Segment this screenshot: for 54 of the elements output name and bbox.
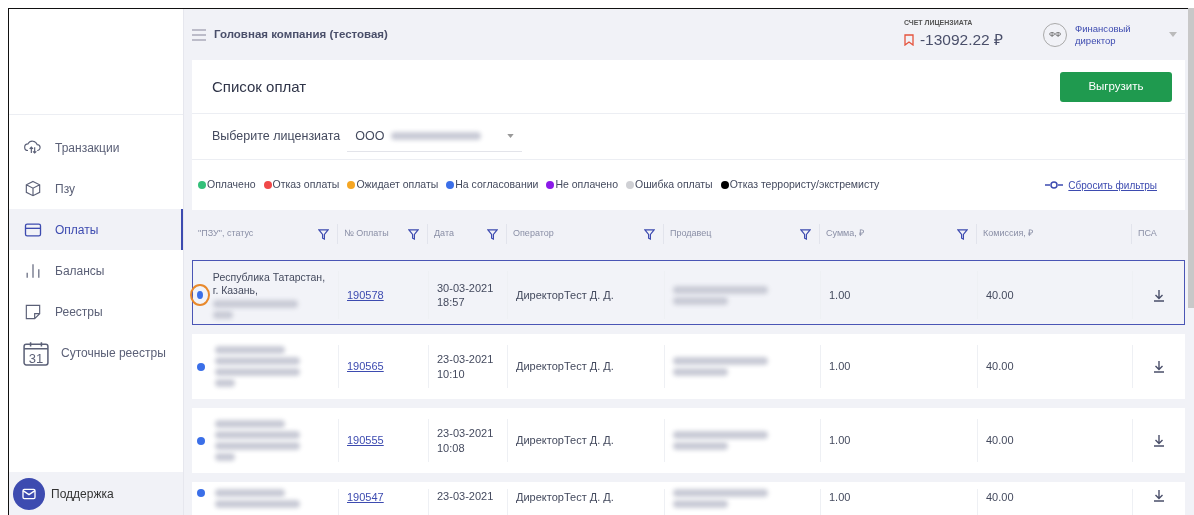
payment-number-link[interactable]: 190578: [347, 286, 384, 304]
sidebar-item[interactable]: Пзу: [9, 168, 183, 209]
payment-number-link[interactable]: 190565: [347, 358, 384, 375]
export-button[interactable]: Выгрузить: [1060, 71, 1172, 102]
sidebar-item[interactable]: Оплаты: [9, 209, 183, 250]
date-time-cell: 23-03-2021: [437, 489, 494, 504]
commission-cell-text: 40.00: [986, 490, 1014, 505]
sidebar-item[interactable]: Балансы: [9, 250, 183, 291]
licensee-label: Выберите лицензиата: [212, 128, 341, 146]
sidebar-item[interactable]: 31 Суточные реестры: [9, 332, 183, 373]
commission-cell-text: 40.00: [986, 287, 1014, 303]
amount-cell-text: 1.00: [829, 359, 851, 375]
commission-cell-text: 40.00: [986, 433, 1014, 449]
column-header: Сумма, ₽: [826, 227, 865, 241]
operator-cell-text: ДиректорТест Д. Д.: [516, 359, 614, 375]
payment-number-link[interactable]: 190555: [347, 432, 384, 449]
operator-cell-text: ДиректорТест Д. Д.: [516, 287, 614, 303]
sidebar-item[interactable]: Транзакции: [9, 127, 183, 168]
legend-item[interactable]: Ожидает оплаты: [347, 177, 439, 193]
date-time-cell: 23-03-2021 10:10: [437, 352, 494, 381]
commission-cell-text: 40.00: [986, 359, 1014, 375]
amount-cell-text: 1.00: [829, 490, 851, 505]
address-text: Республика Татарстан, г. Казань,: [212, 271, 327, 298]
user-name[interactable]: Финансовый директор: [1075, 23, 1145, 46]
page-title: Список оплат: [212, 77, 307, 96]
company-name: Головная компания (тестовая): [214, 26, 388, 42]
payment-number-link[interactable]: 190547: [347, 489, 384, 506]
operator-cell-text: ДиректорТест Д. Д.: [516, 433, 614, 449]
sidebar-item[interactable]: Реестры: [9, 291, 183, 332]
legend-item[interactable]: Отказ террористу/экстремисту: [720, 177, 880, 193]
legend-item[interactable]: Оплачено: [198, 177, 256, 193]
column-header: Продавец: [670, 227, 712, 241]
table-row[interactable]: 190547 23-03-2021 ДиректорТест Д. Д. 1.00 40.00: [192, 482, 1185, 515]
legend-item[interactable]: Ошибка оплаты: [626, 177, 713, 193]
amount-cell-text: 1.00: [829, 433, 851, 449]
column-header: Дата: [434, 227, 454, 241]
date-time-cell: 30-03-2021 18:57: [437, 280, 494, 310]
amount-cell-text: 1.00: [829, 287, 851, 303]
column-header: ПСА: [1138, 227, 1157, 241]
legend-item[interactable]: Отказ оплаты: [263, 177, 340, 193]
legend-item[interactable]: Не оплачено: [546, 177, 618, 193]
column-header: Комиссия, ₽: [983, 227, 1034, 241]
operator-cell-text: ДиректорТест Д. Д.: [516, 490, 614, 505]
reset-filters-link[interactable]: Сбросить фильтры: [1045, 177, 1157, 193]
table-row[interactable]: 190565 23-03-2021 10:10 ДиректорТест Д. Д. 1.00 40.00: [192, 334, 1185, 399]
column-header: № Оплаты: [344, 227, 389, 241]
column-header: Оператор: [513, 227, 554, 241]
table-row[interactable]: 190555 23-03-2021 10:08 ДиректорТест Д. Д. 1.00 40.00: [192, 408, 1185, 473]
date-time-cell: 23-03-2021 10:08: [437, 426, 494, 455]
column-header: "ПЗУ", статус: [198, 227, 254, 241]
table-row[interactable]: Республика Татарстан, г. Казань, 190578 30-03-2021 18:57 ДиректорТест Д. Д. 1.00 40.00: [192, 260, 1185, 325]
licensee-select[interactable]: ООО: [347, 121, 523, 152]
legend-item[interactable]: На согласовании: [446, 177, 539, 193]
balance-amount: -13092.22 ₽: [919, 30, 1003, 51]
